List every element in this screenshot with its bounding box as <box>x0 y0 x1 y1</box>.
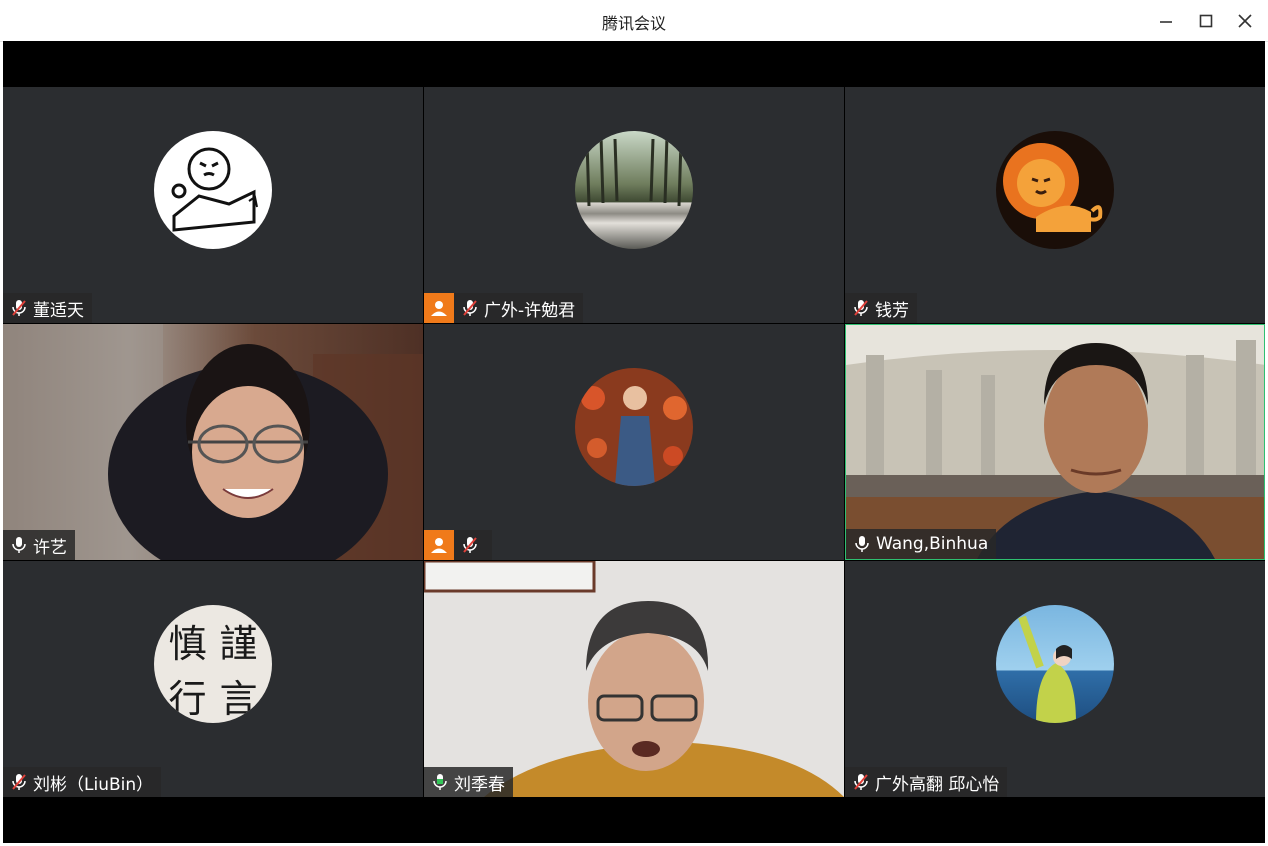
participant-name: 钱芳 <box>875 300 909 321</box>
mic-muted-icon <box>458 533 482 557</box>
title-bar: 腾讯会议 <box>0 0 1268 42</box>
participant-tile[interactable]: 广外-许勉君 <box>424 87 844 323</box>
mic-speaking-icon <box>428 770 452 794</box>
participant-video[interactable]: 刘季春 <box>424 561 844 797</box>
calligraphy-char: 慎 <box>168 622 207 666</box>
mic-on-icon <box>850 532 874 556</box>
avatar: 慎 謹 行 言 <box>154 605 272 723</box>
host-person-icon <box>424 293 454 323</box>
calligraphy-char: 謹 <box>219 622 258 666</box>
video-grid: 董适天 广外-许勉君 钱芳 许艺 Wang,Binhua 慎 謹 行 言 刘彬（… <box>3 41 1265 843</box>
close-icon <box>1238 14 1252 28</box>
name-bar: 刘彬（LiuBin） <box>3 767 162 797</box>
name-bar: 董适天 <box>3 293 92 323</box>
participant-tile[interactable]: 广外高翻 邱心怡 <box>845 561 1265 797</box>
avatar <box>575 368 693 486</box>
minimize-icon <box>1160 21 1172 23</box>
avatar <box>575 131 693 249</box>
participant-name: 刘季春 <box>454 774 505 795</box>
participant-tile[interactable]: 董适天 <box>3 87 423 323</box>
name-bar: 许艺 <box>3 530 75 560</box>
participant-name: 董适天 <box>33 300 84 321</box>
calligraphy-char: 行 <box>168 677 207 721</box>
participant-name: 刘彬（LiuBin） <box>33 774 154 795</box>
name-bar: 广外-许勉君 <box>424 293 584 323</box>
participant-name: Wang,Binhua <box>876 534 989 554</box>
participant-video[interactable]: Wang,Binhua <box>845 324 1265 560</box>
maximize-button[interactable] <box>1193 8 1219 34</box>
close-button[interactable] <box>1232 8 1258 34</box>
mic-muted-icon <box>849 296 873 320</box>
calligraphy-char: 言 <box>219 677 258 721</box>
mic-muted-icon <box>7 770 31 794</box>
participant-name: 广外高翻 邱心怡 <box>875 774 1000 795</box>
mic-muted-icon <box>849 770 873 794</box>
video-frame <box>846 325 1264 559</box>
mic-muted-icon <box>7 296 31 320</box>
avatar <box>996 131 1114 249</box>
avatar <box>154 131 272 249</box>
name-bar: 刘季春 <box>424 767 513 797</box>
avatar <box>996 605 1114 723</box>
host-person-icon <box>424 530 454 560</box>
participant-tile[interactable]: 慎 謹 行 言 刘彬（LiuBin） <box>3 561 423 797</box>
participant-name: 许艺 <box>33 537 67 558</box>
name-bar: 钱芳 <box>845 293 917 323</box>
name-bar <box>424 530 492 560</box>
maximize-icon <box>1199 14 1213 28</box>
name-bar: Wang,Binhua <box>846 529 997 559</box>
video-frame <box>424 561 844 797</box>
participant-tile[interactable] <box>424 324 844 560</box>
participant-video[interactable]: 许艺 <box>3 324 423 560</box>
name-bar: 广外高翻 邱心怡 <box>845 767 1008 797</box>
participant-name: 广外-许勉君 <box>484 300 576 321</box>
mic-muted-icon <box>458 296 482 320</box>
video-frame <box>3 324 423 560</box>
participant-tile[interactable]: 钱芳 <box>845 87 1265 323</box>
minimize-button[interactable] <box>1153 8 1179 34</box>
window-title: 腾讯会议 <box>601 14 666 33</box>
mic-on-icon <box>7 533 31 557</box>
